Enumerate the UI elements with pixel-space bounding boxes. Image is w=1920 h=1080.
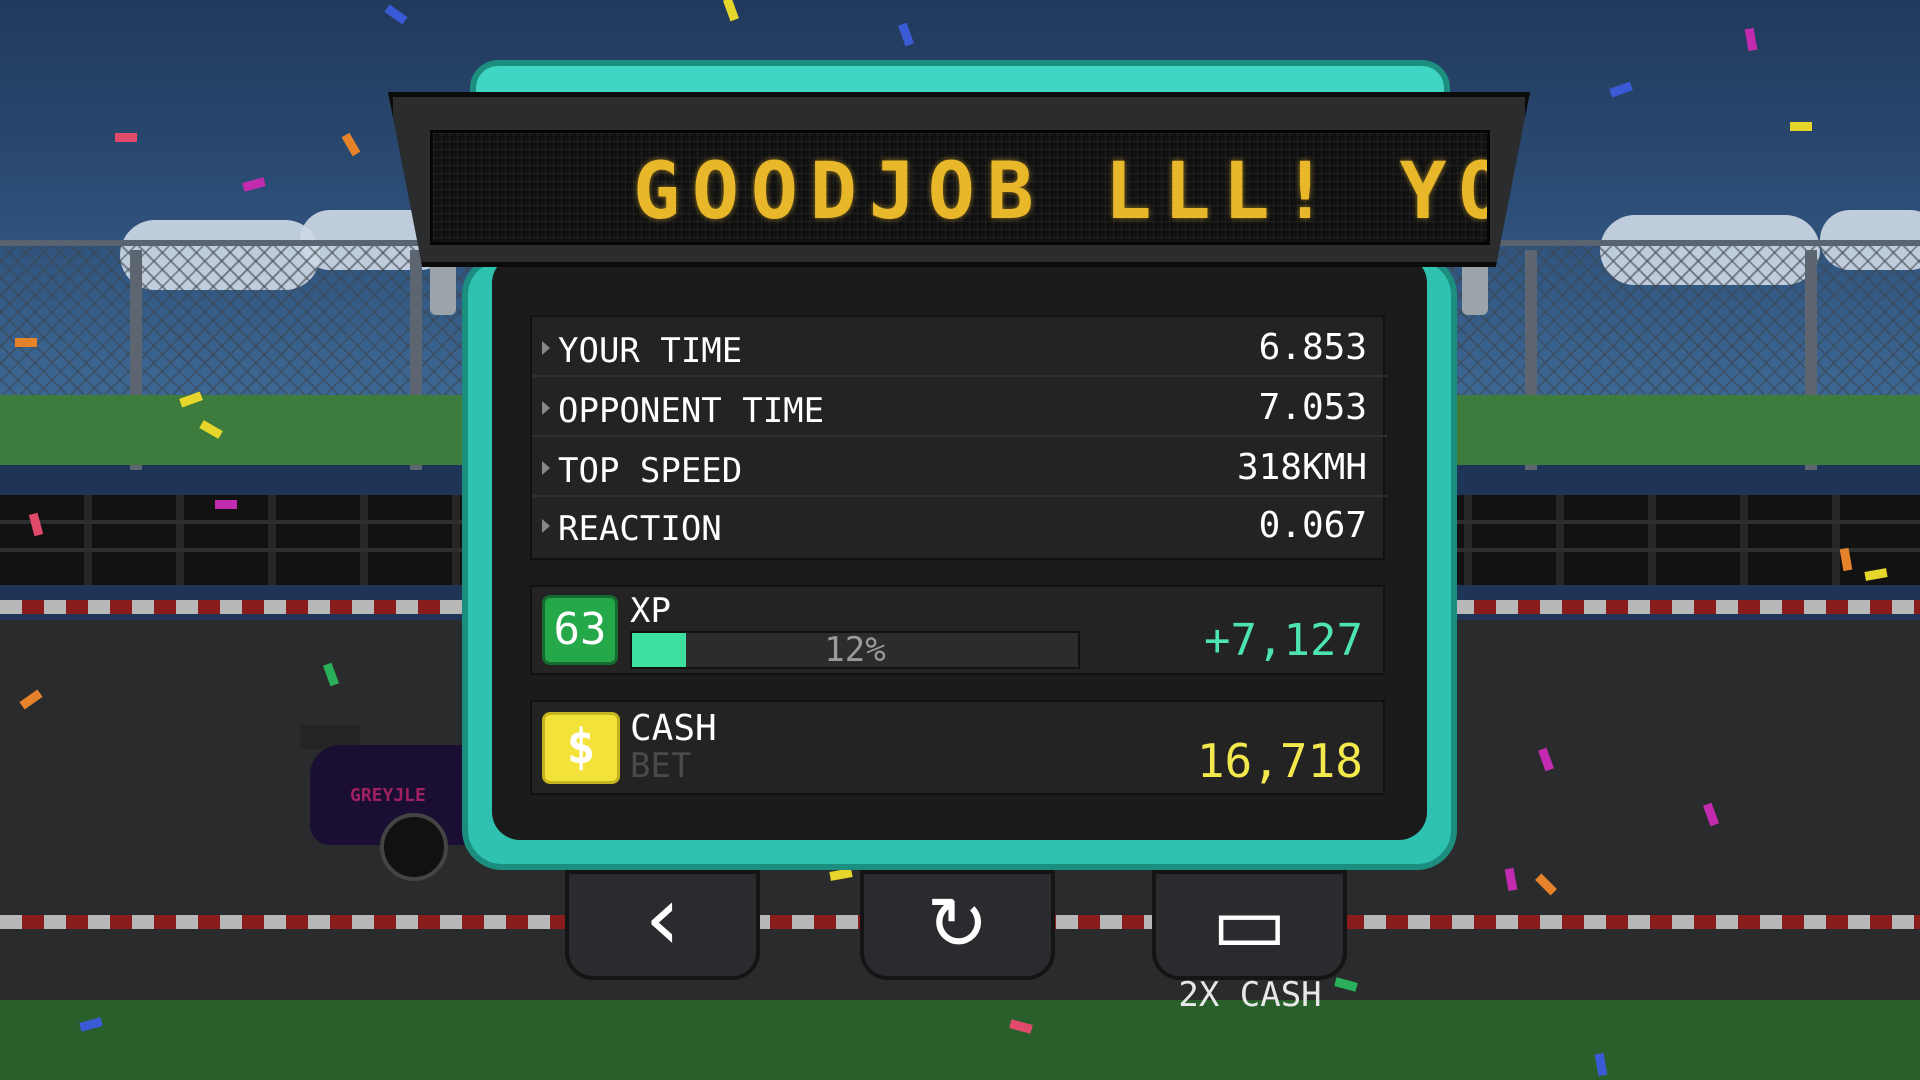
video-camera-icon: ▭ — [1211, 877, 1288, 970]
xp-box: 63 XP 12% +7,127 — [530, 585, 1385, 675]
confetti-piece — [215, 500, 237, 509]
row-arrow-icon — [542, 461, 550, 475]
cash-box: $ CASH BET 16,718 — [530, 700, 1385, 795]
xp-progress-bar: 12% — [630, 631, 1080, 669]
back-button[interactable]: ‹ — [565, 870, 760, 980]
stat-value: 7.053 — [1258, 387, 1367, 428]
stat-row-reaction: REACTION 0.067 — [532, 497, 1387, 555]
confetti-piece — [15, 338, 37, 347]
xp-percent: 12% — [824, 630, 886, 670]
stat-row-top-speed: TOP SPEED 318KMH — [532, 439, 1387, 497]
race-scene: GREYJLE GOODJOB LLL! YOU WON YOUR TIME 6… — [0, 0, 1920, 1080]
car-livery: GREYJLE — [350, 785, 426, 806]
cash-value: 16,718 — [1196, 734, 1363, 788]
restart-icon: ↻ — [926, 881, 989, 967]
stat-label: YOUR TIME — [558, 331, 743, 371]
near-grass — [0, 1000, 1920, 1080]
stats-table: YOUR TIME 6.853 OPPONENT TIME 7.053 TOP … — [530, 315, 1387, 560]
stat-label: TOP SPEED — [558, 451, 743, 491]
marquee-text: GOODJOB LLL! YOU WON — [633, 147, 1487, 237]
bet-label: BET — [630, 746, 692, 786]
level-badge: 63 — [542, 595, 618, 665]
chevron-left-icon: ‹ — [644, 866, 681, 971]
confetti-piece — [115, 133, 137, 142]
xp-label: XP — [630, 591, 671, 631]
stat-value: 0.067 — [1258, 505, 1367, 546]
marquee-screen: GOODJOB LLL! YOU WON — [430, 130, 1490, 245]
car-wheel — [380, 813, 448, 881]
row-arrow-icon — [542, 341, 550, 355]
cash-label: CASH — [630, 708, 717, 749]
double-cash-caption: 2X CASH — [1178, 975, 1322, 1015]
confetti-piece — [1790, 122, 1812, 131]
stat-label: REACTION — [558, 509, 722, 549]
row-arrow-icon — [542, 401, 550, 415]
video-button[interactable]: ▭ — [1152, 870, 1347, 980]
stat-row-your-time: YOUR TIME 6.853 — [532, 319, 1387, 377]
stat-row-opponent-time: OPPONENT TIME 7.053 — [532, 379, 1387, 437]
xp-gain: +7,127 — [1204, 615, 1363, 666]
stat-value: 318KMH — [1236, 447, 1367, 488]
row-arrow-icon — [542, 519, 550, 533]
stat-value: 6.853 — [1258, 327, 1367, 368]
dollar-icon: $ — [542, 712, 620, 784]
stat-label: OPPONENT TIME — [558, 391, 825, 431]
restart-button[interactable]: ↻ — [860, 870, 1055, 980]
